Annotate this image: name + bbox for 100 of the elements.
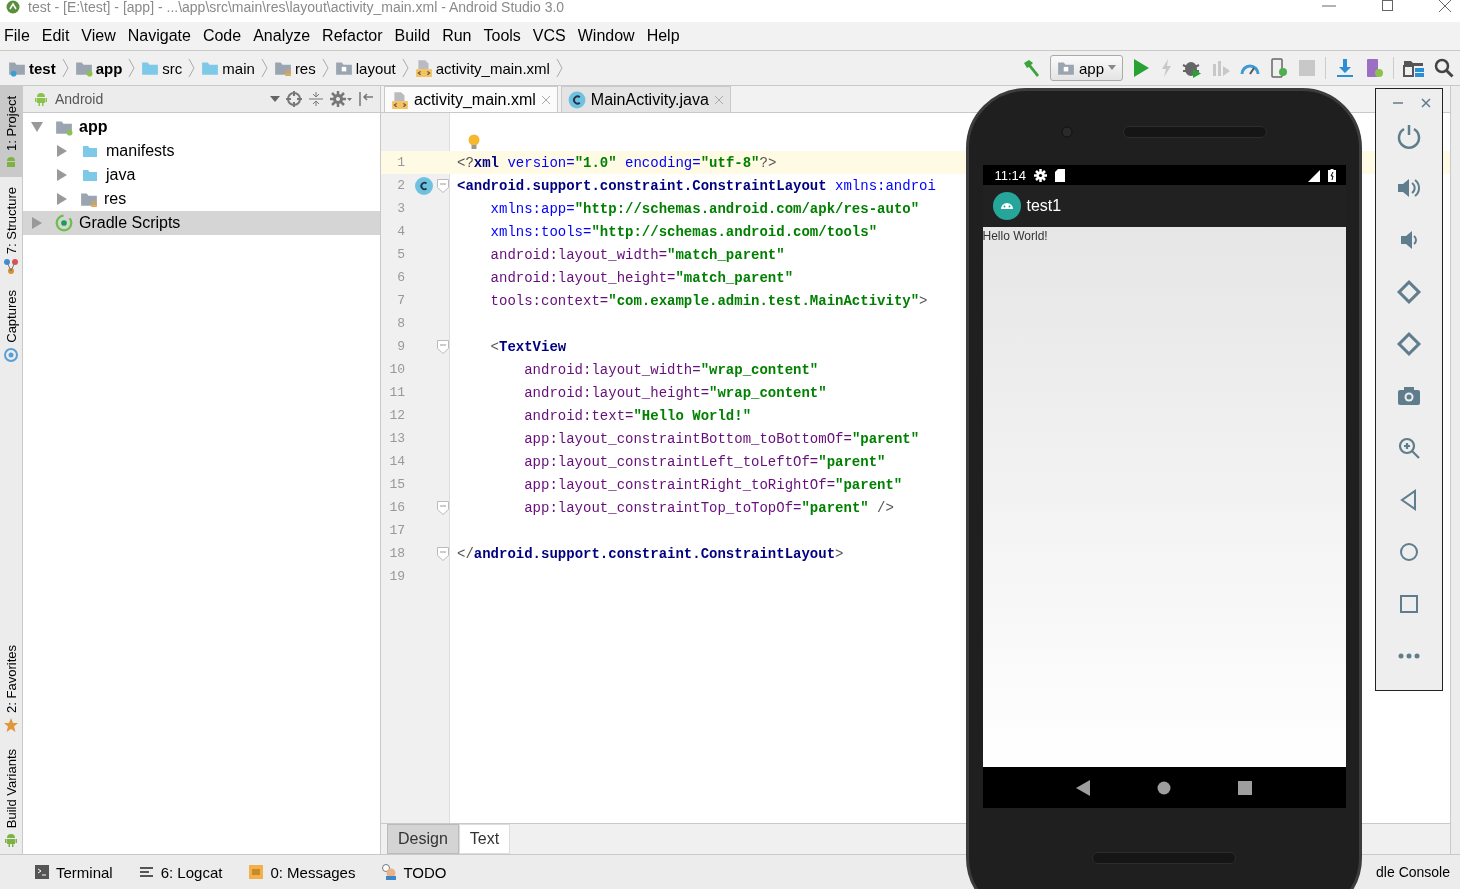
menu-item[interactable]: Analyze: [249, 27, 319, 45]
class-marker-icon[interactable]: [415, 176, 433, 195]
search-icon[interactable]: [1434, 58, 1454, 78]
menu-item[interactable]: View: [77, 27, 124, 45]
power-icon[interactable]: [1396, 123, 1422, 149]
device-bug-icon[interactable]: [1269, 58, 1289, 78]
settings-icon: [1034, 168, 1048, 182]
line-number: 12: [388, 408, 405, 423]
gear-icon[interactable]: [330, 91, 352, 107]
fold-marker-icon[interactable]: [437, 339, 449, 354]
code-text: </android.support.constraint.ConstraintLayout>: [457, 545, 844, 562]
folder-icon: [80, 167, 100, 183]
collapse-icon[interactable]: [308, 91, 324, 107]
module-icon: [1056, 59, 1075, 77]
tree-item[interactable]: res: [23, 187, 380, 211]
rotate-left-icon[interactable]: [1396, 279, 1422, 305]
hello-text: Hello World!: [982, 229, 1048, 243]
line-number: 3: [396, 201, 405, 216]
breadcrumb-item[interactable]: res: [273, 59, 316, 77]
code-text: app:layout_constraintTop_toTopOf="parent" />: [523, 499, 894, 516]
menu-item[interactable]: Navigate: [123, 27, 199, 45]
code-text: xmlns:app="http://schemas.android.com/apk/res-auto": [489, 200, 920, 217]
speaker-grille-icon: [1092, 852, 1236, 864]
hide-panel-icon[interactable]: [358, 91, 374, 107]
code-text: android:layout_width="match_parent": [489, 246, 785, 263]
breadcrumb-item[interactable]: src: [141, 59, 183, 77]
tool-window-tab[interactable]: 1: Project: [0, 86, 22, 177]
collapsed-arrow-icon[interactable]: [31, 217, 43, 229]
fold-marker-icon[interactable]: [437, 546, 449, 561]
avd-icon[interactable]: [1364, 58, 1384, 78]
rotate-right-icon[interactable]: [1396, 331, 1422, 357]
tool-window-button[interactable]: dle Console: [1376, 864, 1450, 880]
menu-item[interactable]: Code: [198, 27, 250, 45]
menu-item[interactable]: Refactor: [318, 27, 391, 45]
breadcrumb-item[interactable]: app: [74, 59, 123, 77]
overview-icon[interactable]: [1238, 780, 1252, 795]
tool-window-button[interactable]: 0: Messages: [248, 863, 356, 881]
folder-icon: [80, 143, 100, 159]
crosshair-icon[interactable]: [286, 91, 302, 107]
line-number: 15: [388, 477, 405, 492]
tree-item[interactable]: java: [23, 163, 380, 187]
back-icon[interactable]: [1076, 779, 1090, 796]
collapsed-arrow-icon[interactable]: [56, 193, 68, 205]
folder-icon: [8, 59, 26, 77]
code-text: android:layout_height="match_parent": [489, 269, 794, 286]
menu-item[interactable]: Help: [642, 27, 688, 45]
editor-tab[interactable]: MainActivity.java: [560, 86, 731, 112]
run-config-dropdown[interactable]: app: [1049, 55, 1123, 81]
caret-icon[interactable]: [270, 96, 280, 102]
fold-marker-icon[interactable]: [437, 500, 449, 515]
tool-window-button[interactable]: TODO: [381, 863, 447, 881]
home-icon[interactable]: [1157, 780, 1171, 795]
breadcrumb-item[interactable]: test: [8, 59, 56, 77]
tool-window-tab[interactable]: 7: Structure: [0, 176, 22, 281]
breadcrumb-item[interactable]: main: [201, 59, 255, 77]
class-icon: [567, 90, 586, 109]
collapsed-arrow-icon[interactable]: [56, 169, 68, 181]
chevron-icon: [61, 58, 69, 78]
line-number: 16: [388, 500, 405, 515]
tree-item[interactable]: manifests: [23, 139, 380, 163]
code-text: app:layout_constraintRight_toRightOf="parent": [523, 476, 903, 493]
editor-mode-tab[interactable]: Text: [458, 824, 511, 854]
editor-tab[interactable]: activity_main.xml: [384, 86, 558, 112]
menu-item[interactable]: VCS: [528, 27, 574, 45]
menu-item[interactable]: Window: [573, 27, 643, 45]
fold-marker-icon[interactable]: [437, 178, 449, 193]
collapsed-arrow-icon[interactable]: [56, 145, 68, 157]
close-icon[interactable]: [1420, 97, 1432, 109]
menu-item[interactable]: Tools: [479, 27, 529, 45]
breadcrumb-item[interactable]: activity_main.xml: [414, 59, 550, 77]
xml-file-icon: [414, 59, 433, 77]
zoom-icon[interactable]: [1396, 435, 1422, 461]
tool-window-button[interactable]: Terminal: [34, 863, 113, 881]
view-selector[interactable]: Android: [55, 91, 104, 107]
menu-item[interactable]: Run: [438, 27, 480, 45]
close-icon[interactable]: [1436, 0, 1454, 12]
tool-window-tab[interactable]: Build Variants: [0, 738, 22, 854]
todo-icon: [381, 864, 398, 880]
chevron-icon: [321, 58, 329, 78]
line-number: 19: [388, 569, 405, 584]
tree-item[interactable]: app: [23, 115, 380, 139]
variants-tab-icon: [3, 832, 19, 848]
sdk-download-icon[interactable]: [1335, 58, 1355, 78]
menu-item[interactable]: Edit: [37, 27, 78, 45]
tree-item[interactable]: Gradle Scripts: [23, 211, 380, 235]
android-icon: [33, 91, 49, 107]
lightbulb-icon[interactable]: [467, 133, 481, 151]
run-icon[interactable]: [1132, 58, 1150, 78]
app-icon: [992, 192, 1021, 220]
menu-item[interactable]: File: [0, 27, 38, 45]
code-text: xmlns:tools="http://schemas.android.com/tools": [489, 223, 878, 240]
editor-mode-tab[interactable]: Design: [387, 824, 459, 854]
folder-icon: [141, 59, 160, 77]
tool-window-tab[interactable]: 2: Favorites: [0, 634, 22, 739]
tool-window-tab[interactable]: Captures: [0, 280, 22, 369]
project-structure-icon[interactable]: [1403, 58, 1425, 78]
breadcrumb-item[interactable]: layout: [334, 59, 396, 77]
tool-window-button[interactable]: 6: Logcat: [138, 863, 223, 881]
expanded-arrow-icon[interactable]: [31, 121, 43, 133]
menu-item[interactable]: Build: [390, 27, 439, 45]
